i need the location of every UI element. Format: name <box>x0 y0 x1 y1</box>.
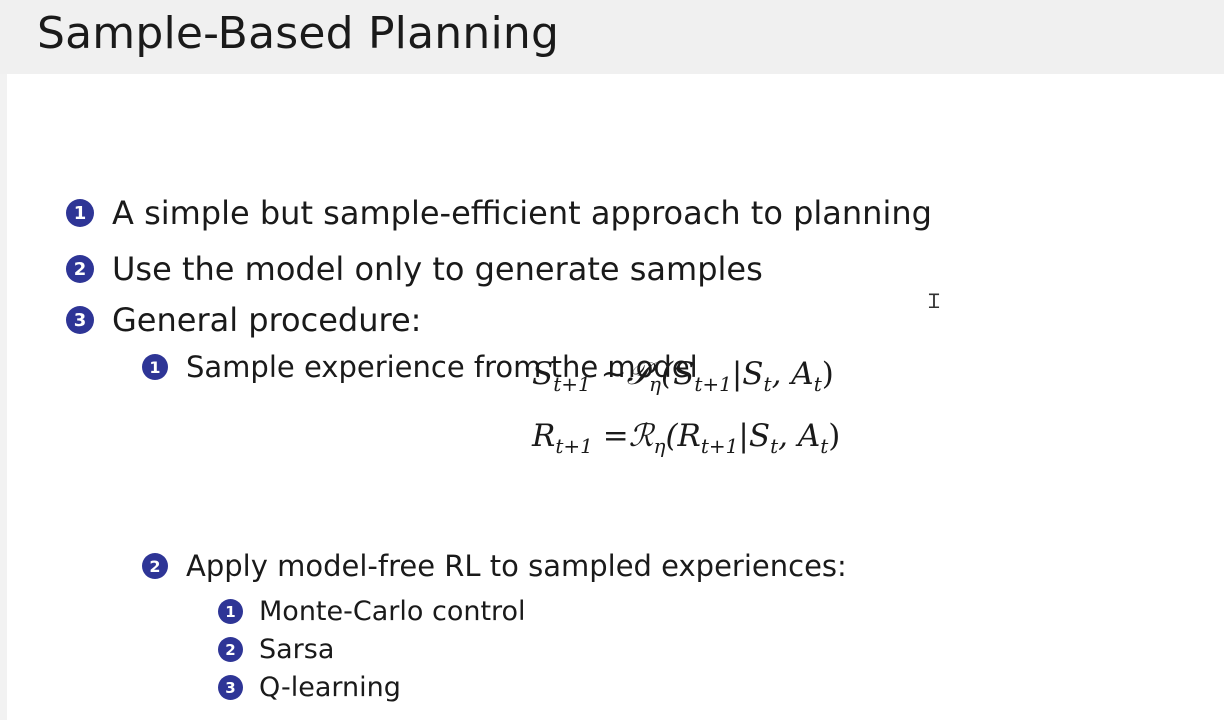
bullet-item: 2 Use the model only to generate samples <box>66 250 763 288</box>
procedure-number-badge: 1 <box>142 354 168 380</box>
method-text: Sarsa <box>259 634 335 665</box>
procedure-text: Apply model-free RL to sampled experienc… <box>186 549 847 583</box>
method-text: Q-learning <box>259 672 401 703</box>
sampling-equations: St+1 ~𝒫η(St+1|St, At) Rt+1 =ℛη(Rt+1|St, … <box>532 348 840 472</box>
reward-sample-equation: Rt+1 =ℛη(Rt+1|St, At) <box>532 418 841 459</box>
method-number-badge: 3 <box>218 675 243 700</box>
bullet-item: 3 General procedure: <box>66 301 421 339</box>
bullet-text: Use the model only to generate samples <box>112 250 763 288</box>
bullet-number-badge: 1 <box>66 199 94 227</box>
bullet-text: A simple but sample-efficient approach t… <box>112 194 932 232</box>
method-text: Monte-Carlo control <box>259 596 526 627</box>
method-number-badge: 2 <box>218 637 243 662</box>
state-sample-equation: St+1 ~𝒫η(St+1|St, At) <box>532 356 834 397</box>
procedure-item: 2 Apply model-free RL to sampled experie… <box>142 549 847 583</box>
bullet-text: General procedure: <box>112 301 422 339</box>
slide-header: Sample-Based Planning <box>0 0 1224 74</box>
method-item: 3 Q-learning <box>218 672 401 703</box>
bullet-number-badge: 3 <box>66 306 94 334</box>
method-item: 2 Sarsa <box>218 634 334 665</box>
procedure-number-badge: 2 <box>142 553 168 579</box>
method-item: 1 Monte-Carlo control <box>218 596 526 627</box>
bullet-number-badge: 2 <box>66 255 94 283</box>
bullet-item: 1 A simple but sample-efficient approach… <box>66 194 932 232</box>
slide-title: Sample-Based Planning <box>37 8 560 59</box>
method-number-badge: 1 <box>218 599 243 624</box>
text-cursor-icon: Ｉ <box>924 289 944 313</box>
